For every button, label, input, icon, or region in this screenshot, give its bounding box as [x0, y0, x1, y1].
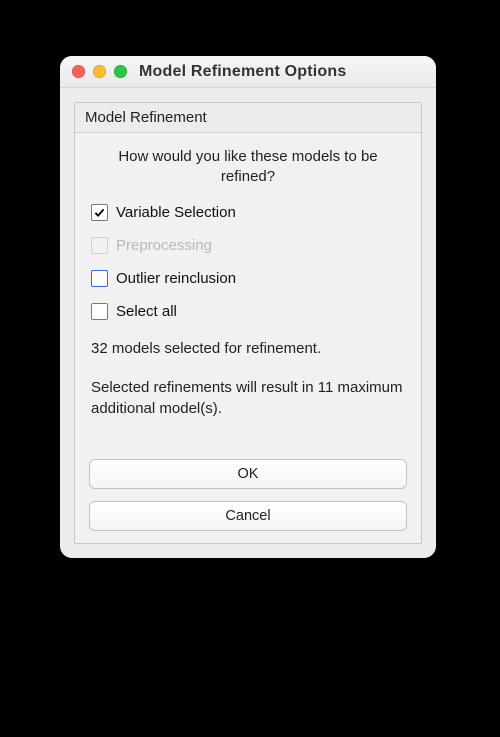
- question-text: How would you like these models to be re…: [97, 147, 399, 188]
- checkmark-icon: [94, 207, 105, 218]
- ok-button[interactable]: OK: [89, 459, 407, 489]
- refinement-panel: Model Refinement How would you like thes…: [74, 102, 422, 544]
- option-variable-selection[interactable]: Variable Selection: [91, 204, 405, 221]
- minimize-icon[interactable]: [93, 65, 106, 78]
- window-controls: [72, 65, 127, 78]
- cancel-button[interactable]: Cancel: [89, 501, 407, 531]
- option-select-all[interactable]: Select all: [91, 303, 405, 320]
- selected-count-text: 32 models selected for refinement.: [91, 338, 405, 359]
- panel-header: Model Refinement: [75, 103, 421, 133]
- option-label: Outlier reinclusion: [116, 270, 236, 287]
- result-preview-text: Selected refinements will result in 11 m…: [91, 377, 405, 419]
- window-title: Model Refinement Options: [139, 63, 346, 81]
- checkbox-variable-selection[interactable]: [91, 204, 108, 221]
- dialog-window: Model Refinement Options Model Refinemen…: [60, 56, 436, 558]
- option-preprocessing: Preprocessing: [91, 237, 405, 254]
- checkbox-outlier-reinclusion[interactable]: [91, 270, 108, 287]
- option-outlier-reinclusion[interactable]: Outlier reinclusion: [91, 270, 405, 287]
- zoom-icon[interactable]: [114, 65, 127, 78]
- option-label: Select all: [116, 303, 177, 320]
- titlebar: Model Refinement Options: [60, 56, 436, 88]
- checkbox-preprocessing: [91, 237, 108, 254]
- panel-body: How would you like these models to be re…: [75, 133, 421, 543]
- close-icon[interactable]: [72, 65, 85, 78]
- option-label: Variable Selection: [116, 204, 236, 221]
- checkbox-select-all[interactable]: [91, 303, 108, 320]
- option-label: Preprocessing: [116, 237, 212, 254]
